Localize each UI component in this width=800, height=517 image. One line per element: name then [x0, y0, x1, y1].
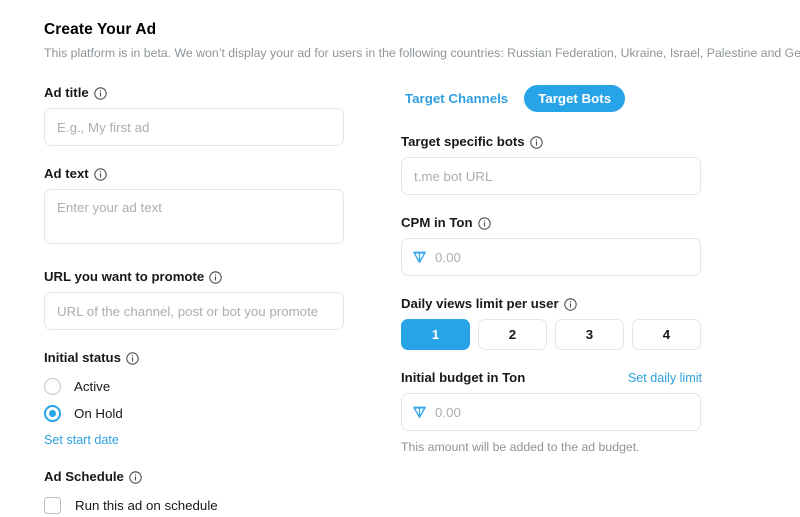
radio-option-on-hold[interactable]: On Hold — [44, 400, 344, 427]
set-start-date-link[interactable]: Set start date — [44, 433, 344, 447]
create-ad-page: Create Your Ad This platform is in beta.… — [0, 0, 800, 517]
left-column: Ad title Ad text URL you want to promote — [44, 85, 344, 517]
info-circle-icon[interactable] — [93, 86, 107, 100]
right-column: Target Channels Target Bots Target speci… — [401, 85, 702, 454]
cpm-input-wrapper — [401, 238, 701, 276]
daily-views-option-4[interactable]: 4 — [632, 319, 701, 350]
ad-schedule-checkbox-row[interactable]: Run this ad on schedule — [44, 492, 344, 517]
target-bots-input[interactable] — [401, 157, 701, 195]
initial-budget-label: Initial budget in Ton — [401, 370, 525, 386]
initial-budget-helper-text: This amount will be added to the ad budg… — [401, 440, 640, 454]
ad-text-input[interactable] — [44, 189, 344, 244]
initial-status-label: Initial status — [44, 350, 344, 366]
daily-views-segmented-control: 1 2 3 4 — [401, 319, 702, 350]
cpm-label: CPM in Ton — [401, 215, 702, 231]
cpm-label-text: CPM in Ton — [401, 215, 473, 230]
info-circle-icon[interactable] — [563, 297, 577, 311]
radio-label-on-hold: On Hold — [74, 406, 123, 421]
target-bots-label: Target specific bots — [401, 134, 702, 150]
initial-status-label-text: Initial status — [44, 350, 121, 365]
ad-schedule-label: Ad Schedule — [44, 469, 344, 485]
ad-title-input[interactable] — [44, 108, 344, 146]
target-bots-label-text: Target specific bots — [401, 134, 525, 149]
radio-label-active: Active — [74, 379, 111, 394]
info-circle-icon[interactable] — [93, 167, 107, 181]
promote-url-label-text: URL you want to promote — [44, 269, 205, 284]
page-subtitle: This platform is in beta. We won’t displ… — [44, 46, 800, 60]
info-circle-icon[interactable] — [477, 216, 491, 230]
daily-views-label-text: Daily views limit per user — [401, 296, 559, 311]
ad-text-label-text: Ad text — [44, 166, 89, 181]
ad-title-label: Ad title — [44, 85, 344, 101]
radio-circle-icon[interactable] — [44, 378, 61, 395]
cpm-input[interactable] — [401, 238, 701, 276]
initial-budget-label-row: Initial budget in Ton Set daily limit — [401, 370, 702, 386]
set-daily-limit-link[interactable]: Set daily limit — [628, 371, 702, 385]
info-circle-icon[interactable] — [529, 135, 543, 149]
ad-title-label-text: Ad title — [44, 85, 89, 100]
tab-target-channels[interactable]: Target Channels — [401, 85, 512, 112]
ad-schedule-label-text: Ad Schedule — [44, 469, 124, 484]
info-circle-icon[interactable] — [126, 351, 139, 365]
daily-views-label: Daily views limit per user — [401, 296, 702, 312]
initial-budget-input-wrapper — [401, 393, 701, 431]
daily-views-option-1[interactable]: 1 — [401, 319, 470, 350]
ad-text-label: Ad text — [44, 166, 344, 182]
daily-views-option-2[interactable]: 2 — [478, 319, 547, 350]
page-title: Create Your Ad — [44, 21, 157, 38]
info-circle-icon[interactable] — [129, 470, 142, 484]
daily-views-option-3[interactable]: 3 — [555, 319, 624, 350]
tab-target-bots[interactable]: Target Bots — [524, 85, 626, 112]
checkbox-icon[interactable] — [44, 496, 61, 514]
radio-circle-checked-icon[interactable] — [44, 405, 61, 422]
ad-schedule-checkbox-label: Run this ad on schedule — [75, 497, 218, 513]
target-tabs: Target Channels Target Bots — [401, 85, 702, 112]
promote-url-label: URL you want to promote — [44, 269, 344, 285]
initial-budget-input[interactable] — [401, 393, 701, 431]
promote-url-input[interactable] — [44, 292, 344, 330]
info-circle-icon[interactable] — [209, 270, 222, 284]
initial-budget-label-text: Initial budget in Ton — [401, 370, 526, 385]
radio-option-active[interactable]: Active — [44, 373, 344, 400]
